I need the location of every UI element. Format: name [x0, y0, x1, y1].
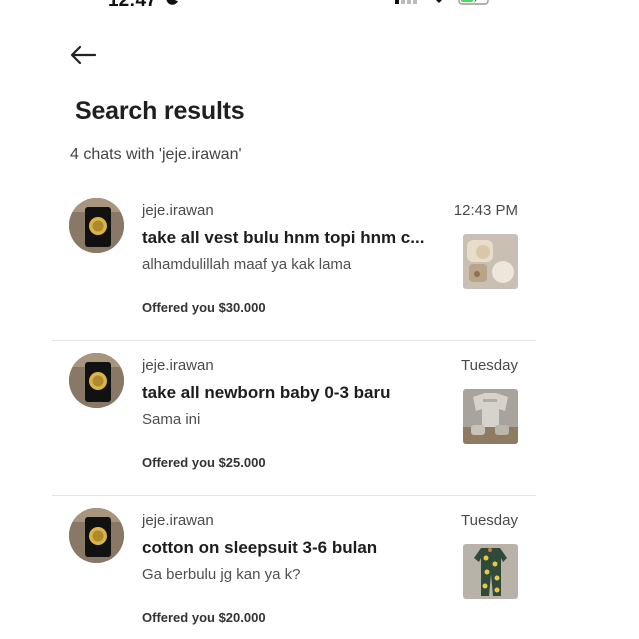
chat-last-message: Sama ini [142, 411, 201, 428]
chat-username: jeje.irawan [142, 202, 214, 219]
status-bar: 12:47 [0, 0, 639, 12]
product-thumbnail[interactable] [463, 389, 518, 444]
chat-offer: Offered you $30.000 [142, 300, 266, 315]
back-button[interactable] [66, 40, 100, 70]
page-title: Search results [75, 97, 245, 125]
chat-offer: Offered you $25.000 [142, 455, 266, 470]
chat-last-message: Ga berbulu jg kan ya k? [142, 566, 301, 583]
chat-list: jeje.irawan 12:43 PM take all vest bulu … [52, 186, 536, 639]
chat-title: take all vest bulu hnm topi hnm c... [142, 228, 425, 247]
chat-timestamp: Tuesday [461, 357, 518, 374]
wifi-icon [436, 0, 442, 3]
moon-icon [166, 0, 178, 5]
status-time: 12:47 [108, 0, 157, 11]
chat-username: jeje.irawan [142, 512, 214, 529]
chat-offer: Offered you $20.000 [142, 610, 266, 625]
avatar [69, 508, 124, 563]
product-thumbnail[interactable] [463, 234, 518, 289]
battery-charging-icon [458, 0, 489, 5]
chat-item[interactable]: jeje.irawan 12:43 PM take all vest bulu … [52, 186, 536, 341]
chat-username: jeje.irawan [142, 357, 214, 374]
product-thumbnail[interactable] [463, 544, 518, 599]
avatar [69, 353, 124, 408]
arrow-left-icon [70, 45, 97, 65]
results-count: 4 chats with 'jeje.irawan' [70, 146, 242, 163]
chat-title: take all newborn baby 0-3 baru [142, 383, 391, 402]
chat-last-message: alhamdulillah maaf ya kak lama [142, 256, 352, 273]
chat-item[interactable]: jeje.irawan Tuesday take all newborn bab… [52, 341, 536, 496]
chat-timestamp: 12:43 PM [453, 202, 518, 219]
chat-timestamp: Tuesday [461, 512, 518, 529]
signal-icon [395, 0, 417, 4]
avatar [69, 198, 124, 253]
chat-title: cotton on sleepsuit 3-6 bulan [142, 538, 378, 557]
chat-item[interactable]: jeje.irawan Tuesday cotton on sleepsuit … [52, 496, 536, 639]
